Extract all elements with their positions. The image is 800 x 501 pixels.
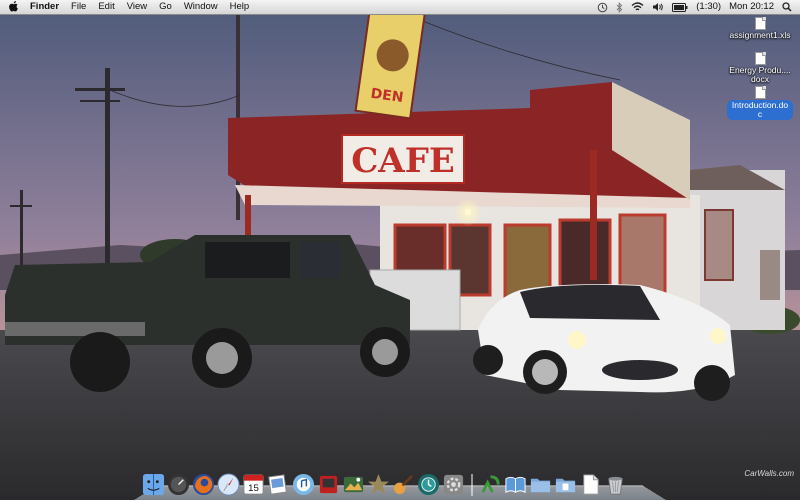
system-preferences-icon[interactable] — [442, 473, 465, 496]
menu-go[interactable]: Go — [159, 0, 172, 14]
dock-separator — [471, 474, 473, 496]
ibooks-icon[interactable] — [504, 473, 527, 496]
volume-icon[interactable] — [652, 2, 664, 12]
desktop-file-introduction[interactable]: Introduction.doc — [727, 86, 793, 120]
dock: 15 — [134, 462, 666, 500]
document-file-icon — [754, 86, 766, 99]
wifi-icon[interactable] — [631, 2, 644, 12]
menu-window[interactable]: Window — [184, 0, 218, 14]
garageband-icon[interactable] — [392, 473, 415, 496]
menu-finder[interactable]: Finder — [30, 0, 59, 14]
desktop-file-label: Introduction.doc — [727, 100, 793, 120]
ical-icon[interactable]: 15 — [242, 473, 265, 496]
battery-time-text[interactable]: (1:30) — [696, 0, 721, 14]
wallpaper-watermark: CarWalls.com — [744, 469, 794, 478]
file-icon[interactable] — [579, 473, 602, 496]
ical-date-text: 15 — [248, 483, 259, 494]
menu-file[interactable]: File — [71, 0, 86, 14]
menu-edit[interactable]: Edit — [98, 0, 114, 14]
iphoto-icon[interactable] — [342, 473, 365, 496]
apple-menu-icon[interactable] — [8, 1, 20, 13]
desktop-file-assignment1[interactable]: assignment1.xls — [727, 17, 793, 40]
status-menus: (1:30) Mon 20:12 — [597, 0, 792, 14]
timemachine-icon[interactable] — [417, 473, 440, 496]
dock-items: 15 — [142, 462, 627, 496]
photobooth-icon[interactable] — [317, 473, 340, 496]
document-file-icon — [754, 52, 766, 65]
trash-icon[interactable] — [604, 473, 627, 496]
spotlight-search-icon[interactable] — [782, 2, 792, 12]
imovie-icon[interactable] — [367, 473, 390, 496]
safari-icon[interactable] — [217, 473, 240, 496]
menu-clock[interactable]: Mon 20:12 — [729, 0, 774, 14]
bluetooth-icon[interactable] — [616, 1, 623, 13]
documents-folder-icon[interactable] — [554, 473, 577, 496]
spreadsheet-file-icon — [754, 17, 766, 30]
dashboard-icon[interactable] — [167, 473, 190, 496]
menu-view[interactable]: View — [127, 0, 147, 14]
firefox-icon[interactable] — [192, 473, 215, 496]
cafe-sign-text: CAFE — [351, 141, 455, 181]
finder-icon[interactable] — [142, 473, 165, 496]
time-machine-icon[interactable] — [597, 2, 608, 13]
desktop-wallpaper: CAFE DEN — [0, 0, 800, 500]
menu-help[interactable]: Help — [230, 0, 250, 14]
desktop-file-energy-produ[interactable]: Energy Produ....docx — [727, 52, 793, 84]
itunes-icon[interactable] — [292, 473, 315, 496]
wallpaper-scene: CAFE DEN — [0, 0, 800, 500]
battery-icon[interactable] — [672, 2, 688, 12]
app-store-icon[interactable] — [479, 473, 502, 496]
menu-bar: Finder File Edit View Go Window Help (1:… — [0, 0, 800, 15]
desktop-file-label: Energy Produ....docx — [729, 65, 791, 84]
desktop-file-label: assignment1.xls — [729, 30, 791, 40]
preview-icon[interactable] — [267, 473, 290, 496]
applications-folder-icon[interactable] — [529, 473, 552, 496]
